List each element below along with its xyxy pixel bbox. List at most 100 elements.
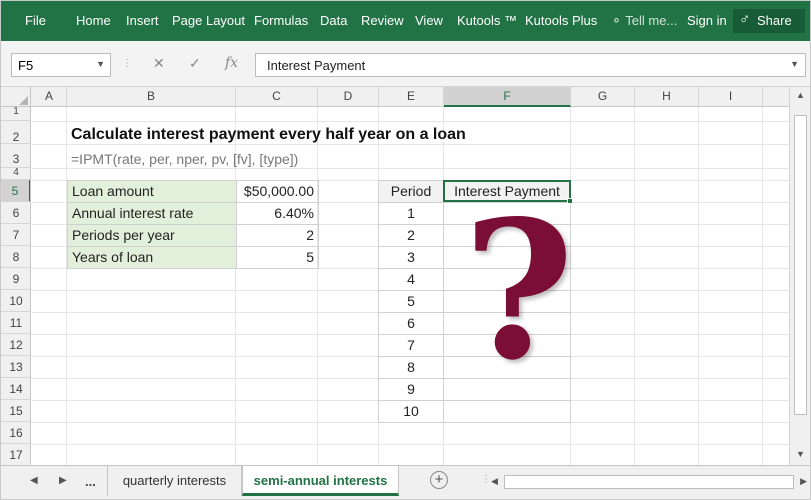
tab-file[interactable]: File — [1, 1, 67, 41]
insert-function-icon[interactable]: fx — [225, 55, 238, 71]
add-sheet-button[interactable]: + — [430, 471, 448, 489]
vertical-scrollbar[interactable]: ▲ ▼ — [789, 87, 810, 465]
next-sheet-icon[interactable]: ▶ — [59, 475, 67, 486]
row-header-2[interactable]: 2 — [1, 121, 30, 144]
row-header-8[interactable]: 8 — [1, 246, 30, 268]
row-header-14[interactable]: 14 — [1, 378, 30, 400]
tab-split-grip-icon[interactable]: ⋮ — [481, 474, 491, 485]
column-headers: A B C D E F G H I — [1, 87, 810, 107]
loan-value-cell[interactable]: $50,000.00 — [236, 180, 319, 203]
row-header-7[interactable]: 7 — [1, 224, 30, 246]
loan-label-cell[interactable]: Annual interest rate — [67, 202, 237, 225]
tab-home[interactable]: Home — [76, 13, 111, 28]
period-cell[interactable]: 9 — [378, 378, 444, 401]
tab-review[interactable]: Review — [361, 13, 404, 28]
gridline — [698, 107, 699, 465]
column-header-e[interactable]: E — [379, 87, 444, 107]
period-header-cell[interactable]: Period — [378, 180, 444, 203]
column-header-b[interactable]: B — [67, 87, 236, 107]
period-cell[interactable]: 3 — [378, 246, 444, 269]
chevron-down-icon[interactable]: ▼ — [96, 59, 105, 69]
tab-insert[interactable]: Insert — [126, 13, 159, 28]
tab-page-layout[interactable]: Page Layout — [172, 13, 245, 28]
column-header-c[interactable]: C — [236, 87, 318, 107]
enter-check-icon[interactable]: ✓ — [189, 55, 201, 72]
formula-input[interactable]: Interest Payment ▼ — [255, 53, 806, 77]
column-header-h[interactable]: H — [635, 87, 699, 107]
period-cell[interactable]: 4 — [378, 268, 444, 291]
scroll-right-icon[interactable]: ▶ — [800, 476, 807, 487]
row-header-5[interactable]: 5 — [1, 180, 30, 202]
period-cell[interactable]: 8 — [378, 356, 444, 379]
row-header-6[interactable]: 6 — [1, 202, 30, 224]
column-header-a[interactable]: A — [32, 87, 67, 107]
row-header-15[interactable]: 15 — [1, 400, 30, 422]
gridline — [32, 121, 789, 122]
select-all-icon — [19, 96, 28, 105]
gridline — [317, 107, 318, 465]
loan-label-cell[interactable]: Years of loan — [67, 246, 237, 269]
question-mark-graphic: ? — [463, 179, 575, 402]
expand-formula-icon[interactable]: ▼ — [790, 59, 799, 69]
row-header-12[interactable]: 12 — [1, 334, 30, 356]
row-header-13[interactable]: 13 — [1, 356, 30, 378]
row-header-3[interactable]: 3 — [1, 144, 30, 168]
share-label: Share — [757, 13, 792, 28]
row-header-4[interactable]: 4 — [1, 168, 30, 180]
scroll-up-icon[interactable]: ▲ — [796, 90, 805, 100]
formula-syntax: =IPMT(rate, per, nper, pv, [fv], [type]) — [71, 151, 299, 167]
tab-data[interactable]: Data — [320, 13, 347, 28]
row-header-1[interactable]: 1 — [1, 107, 30, 121]
loan-label-cell[interactable]: Periods per year — [67, 224, 237, 247]
column-header-g[interactable]: G — [571, 87, 635, 107]
scroll-down-icon[interactable]: ▼ — [796, 449, 805, 459]
share-button[interactable]: ♂ Share — [733, 9, 805, 33]
row-header-17[interactable]: 17 — [1, 444, 30, 465]
cancel-icon[interactable]: ✕ — [153, 55, 165, 72]
period-cell[interactable]: 5 — [378, 290, 444, 313]
sign-in-link[interactable]: Sign in — [687, 13, 727, 28]
period-cell[interactable]: 7 — [378, 334, 444, 357]
gridline — [32, 168, 789, 169]
tab-view[interactable]: View — [415, 13, 443, 28]
sheet-title: Calculate interest payment every half ye… — [71, 126, 466, 143]
gridline — [634, 107, 635, 465]
loan-value-cell[interactable]: 5 — [236, 246, 319, 269]
row-header-16[interactable]: 16 — [1, 422, 30, 444]
loan-value-cell[interactable]: 6.40% — [236, 202, 319, 225]
sheet-tab-bar: ◀ ▶ ... quarterly interests semi-annual … — [1, 465, 810, 499]
tab-kutools[interactable]: Kutools ™ — [457, 13, 517, 28]
loan-label-cell[interactable]: Loan amount — [67, 180, 237, 203]
row-headers: 1 2 3 4 5 6 7 8 9 10 11 12 13 14 15 16 1… — [1, 107, 31, 465]
formula-text: Interest Payment — [267, 58, 366, 73]
period-cell[interactable]: 10 — [378, 400, 444, 423]
row-header-9[interactable]: 9 — [1, 268, 30, 290]
resize-grip-icon[interactable]: ⋮ — [122, 58, 132, 69]
row-header-10[interactable]: 10 — [1, 290, 30, 312]
row-header-11[interactable]: 11 — [1, 312, 30, 334]
more-sheets-button[interactable]: ... — [85, 474, 96, 489]
name-box[interactable]: F5 ▼ — [11, 53, 111, 77]
scroll-left-icon[interactable]: ◀ — [491, 476, 498, 487]
tab-kutools-plus[interactable]: Kutools Plus — [525, 13, 597, 28]
column-header-i[interactable]: I — [699, 87, 763, 107]
scroll-thumb[interactable] — [794, 115, 807, 415]
tell-me-label: Tell me... — [625, 13, 678, 28]
payment-cell[interactable] — [443, 400, 571, 423]
horizontal-scrollbar[interactable]: ◀ ▶ — [491, 475, 807, 489]
period-cell[interactable]: 6 — [378, 312, 444, 335]
person-icon: ♂ — [739, 11, 751, 28]
period-cell[interactable]: 2 — [378, 224, 444, 247]
excel-window: File Home Insert Page Layout Formulas Da… — [0, 0, 811, 500]
gridline — [32, 144, 789, 145]
prev-sheet-icon[interactable]: ◀ — [30, 475, 38, 486]
period-cell[interactable]: 1 — [378, 202, 444, 225]
tell-me-box[interactable]: ⚬ Tell me... — [611, 13, 677, 29]
sheet-tab-quarterly[interactable]: quarterly interests — [107, 466, 242, 496]
column-header-d[interactable]: D — [318, 87, 379, 107]
tab-formulas[interactable]: Formulas — [254, 13, 308, 28]
sheet-tab-semi-annual[interactable]: semi-annual interests — [242, 466, 399, 496]
select-all-button[interactable] — [1, 87, 31, 107]
column-header-f[interactable]: F — [444, 87, 571, 107]
loan-value-cell[interactable]: 2 — [236, 224, 319, 247]
